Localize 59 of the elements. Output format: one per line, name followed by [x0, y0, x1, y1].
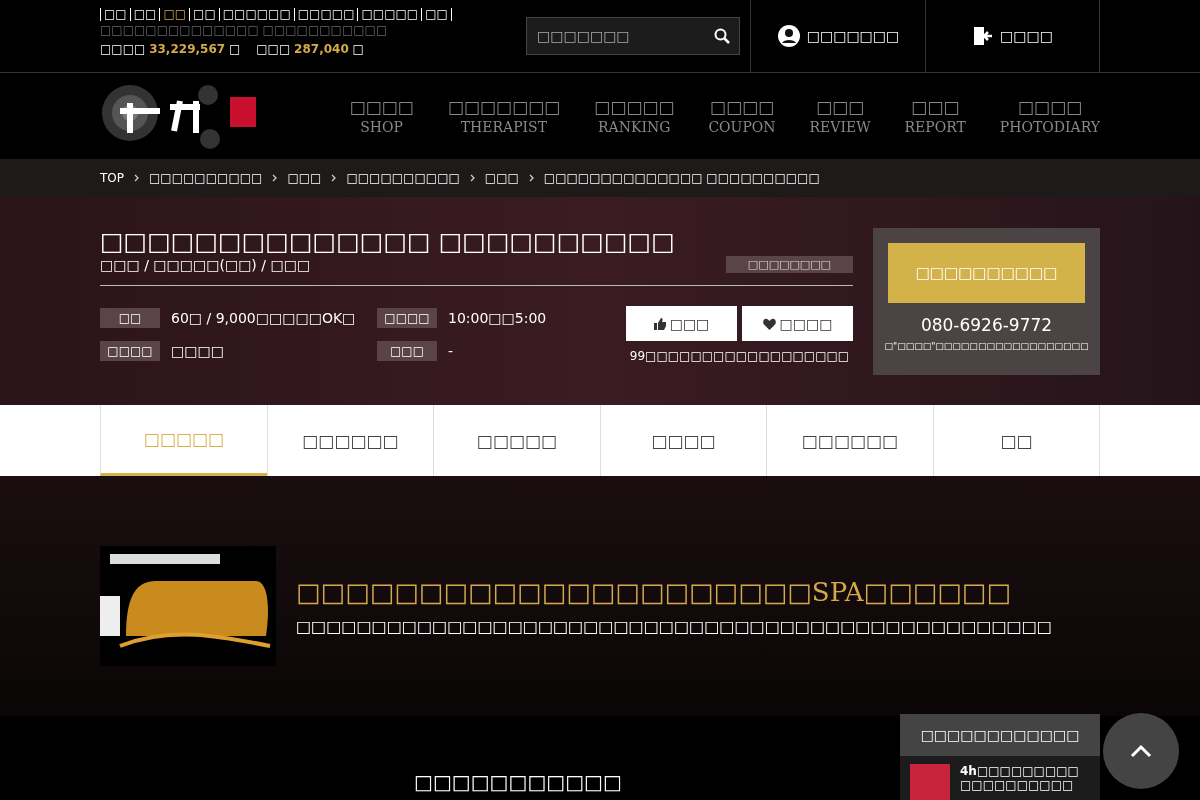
nav-link[interactable]: □□□□ SHOP: [349, 97, 414, 135]
phone-note: □"□□□□"□□□□□□□□□□□□□□□□□□: [884, 341, 1089, 351]
hero-subtitle: □□□□□□□□□□□□□□□□□□□□□□□□□□□□□□□□□□□□□□□□□□□□□□□□□□: [296, 616, 1052, 636]
info-label: □□□□: [377, 308, 437, 329]
like-button[interactable]: □□□: [626, 306, 737, 341]
breadcrumb-link[interactable]: TOP: [100, 171, 124, 185]
search-icon: [714, 28, 730, 44]
breadcrumb-link[interactable]: □□□: [287, 171, 322, 185]
top-link[interactable]: □□□□□: [293, 8, 358, 21]
area-text: □□□ / □□□□□(□□) / □□□: [100, 257, 311, 273]
top-link[interactable]: □□: [100, 8, 130, 21]
breadcrumb-link[interactable]: □□□□□□□□□□□□□□ □□□□□□□□□□: [543, 171, 820, 185]
user-icon: [776, 24, 801, 48]
info-value: 10:00□□5:00: [448, 310, 547, 327]
top-link[interactable]: □□: [129, 8, 160, 21]
nav-link[interactable]: □□□ REPORT: [904, 97, 966, 135]
breadcrumb-link[interactable]: □□□: [484, 171, 519, 185]
info-value: -: [448, 342, 454, 359]
top-link[interactable]: □□□□□□: [218, 8, 294, 21]
nav-link[interactable]: □□□□ PHOTODIARY: [999, 97, 1100, 135]
side-panel-title: □□□□□□□□□□□□: [900, 714, 1100, 756]
chevron-right-icon: [528, 174, 534, 182]
heart-icon: [762, 317, 776, 330]
section-title: □□□□□□□□□□□: [414, 770, 622, 794]
top-link[interactable]: □□□□□: [357, 8, 422, 21]
stat-text: □□□□ 33,229,567 □: [100, 41, 241, 58]
door-arrow-icon: [972, 25, 995, 47]
nav-link[interactable]: □□□□ COUPON: [708, 97, 776, 135]
chevron-right-icon: [272, 174, 278, 182]
chevron-up-icon: [1130, 744, 1152, 758]
side-item[interactable]: 4h□□□□□□□□□□□□□□□□□□□: [900, 756, 1100, 800]
info-label: □□□□: [100, 340, 160, 361]
chevron-right-icon: [331, 174, 337, 182]
chevron-right-icon: [134, 174, 139, 182]
category-badge: □□□□□□□□: [725, 256, 853, 273]
top-link[interactable]: □□: [421, 8, 451, 21]
thumbnail-placeholder: [910, 764, 950, 800]
shop-title: □□□□□□□□□□□□□□ □□□□□□□□□□: [100, 228, 676, 256]
tagline: □□□□□□□□□□□□□□ □□□□□□□□□□□: [100, 22, 389, 39]
info-value: 60□ / 9,000□□□□□OK□: [171, 310, 356, 327]
hero-title: □□□□□□□□□□□□□□□□□□□□□SPA□□□□□□: [296, 576, 1012, 607]
breadcrumb-link[interactable]: □□□□□□□□□□: [346, 171, 460, 185]
breadcrumb-link[interactable]: □□□□□□□□□□: [149, 171, 263, 185]
top-link[interactable]: □□: [189, 8, 219, 21]
phone-number: 080-6926-9772: [920, 315, 1053, 335]
info-label: □□: [100, 308, 160, 329]
stat-text: □□□ 287,040 □: [256, 41, 364, 58]
action-note: 99□□□□□□□□□□□□□□□□□□: [628, 349, 851, 363]
nav-link[interactable]: □□□□□□□ THERAPIST: [447, 97, 561, 135]
info-value: □□□□: [171, 342, 224, 359]
search-field[interactable]: □□□□□□□: [526, 17, 740, 55]
login-button[interactable]: □□□□: [925, 0, 1100, 72]
nav-link[interactable]: □□□ REVIEW: [809, 97, 871, 135]
chevron-right-icon: [469, 174, 475, 182]
info-label: □□□: [377, 340, 437, 361]
favorite-button[interactable]: □□□□: [742, 306, 853, 341]
nav-link[interactable]: □□□□□ RANKING: [594, 97, 675, 135]
thumbs-up-icon: [653, 317, 666, 330]
top-link[interactable]: □□: [159, 8, 190, 21]
